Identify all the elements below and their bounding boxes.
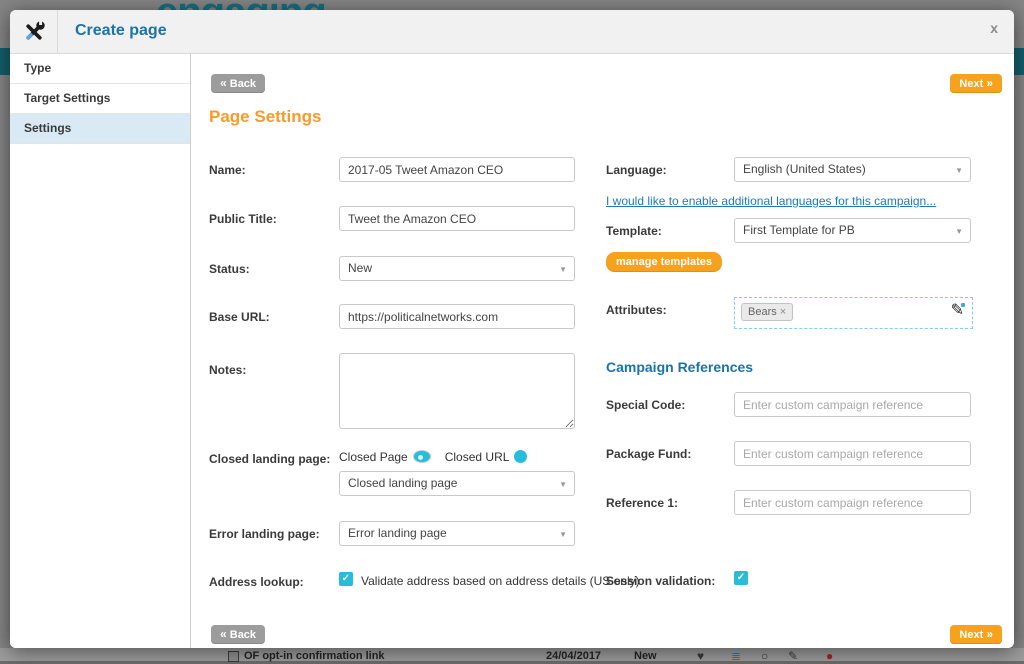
attributes-box[interactable]: Bears× ✎ xyxy=(734,297,973,329)
name-label: Name: xyxy=(209,163,246,177)
chevron-down-icon: ▼ xyxy=(955,220,963,243)
closed-url-radio[interactable] xyxy=(514,450,527,463)
error-landing-label: Error landing page: xyxy=(209,527,320,541)
public-title-label: Public Title: xyxy=(209,212,277,226)
next-button-top[interactable]: Next » xyxy=(950,74,1002,93)
status-label: Status: xyxy=(209,262,250,276)
next-button-bottom[interactable]: Next » xyxy=(950,625,1002,644)
package-fund-label: Package Fund: xyxy=(606,447,691,461)
session-validation-checkbox[interactable]: ✓ xyxy=(734,571,748,585)
closed-landing-label: Closed landing page: xyxy=(209,452,330,466)
notes-label: Notes: xyxy=(209,363,246,377)
closed-url-radio-label: Closed URL xyxy=(445,450,510,464)
screen: engaging OF opt-in confirmation link 24/… xyxy=(0,0,1024,664)
pencil-row-icon: ✎ xyxy=(788,649,798,663)
closed-page-radio-label: Closed Page xyxy=(339,450,408,464)
row-date: 24/04/2017 xyxy=(546,650,601,662)
name-input[interactable] xyxy=(339,157,575,182)
modal-title: Create page xyxy=(75,22,167,40)
attributes-label: Attributes: xyxy=(606,303,667,317)
heart-icon: ♥ xyxy=(697,649,704,663)
campaign-references-heading: Campaign References xyxy=(606,359,753,375)
back-button-bottom[interactable]: « Back xyxy=(211,625,265,644)
special-code-label: Special Code: xyxy=(606,398,685,412)
modal-header: Create page x xyxy=(10,10,1014,54)
template-label: Template: xyxy=(606,224,662,238)
error-landing-select[interactable]: Error landing page ▼ xyxy=(339,521,575,546)
back-chevrons-icon: « xyxy=(220,76,227,90)
background-table-row: OF opt-in confirmation link 24/04/2017 N… xyxy=(0,648,1024,664)
alert-icon: ● xyxy=(826,649,833,663)
close-icon[interactable]: x xyxy=(990,21,998,35)
sidebar-item-type[interactable]: Type xyxy=(10,54,190,84)
tag-remove-icon[interactable]: × xyxy=(780,306,786,318)
notes-textarea[interactable] xyxy=(339,353,575,429)
row-title: OF opt-in confirmation link xyxy=(244,650,385,662)
language-select[interactable]: English (United States) ▼ xyxy=(734,157,971,182)
closed-page-radio[interactable] xyxy=(413,450,431,463)
closed-landing-select[interactable]: Closed landing page ▼ xyxy=(339,471,575,496)
chevron-down-icon: ▼ xyxy=(955,159,963,182)
back-button-top[interactable]: « Back xyxy=(211,74,265,93)
list-icon: ≣ xyxy=(731,649,741,663)
template-select[interactable]: First Template for PB ▼ xyxy=(734,218,971,243)
session-validation-label: Session validation: xyxy=(606,574,715,588)
status-select[interactable]: New ▼ xyxy=(339,256,575,281)
base-url-label: Base URL: xyxy=(209,310,270,324)
sidebar-item-target-settings[interactable]: Target Settings xyxy=(10,84,190,114)
row-status: New xyxy=(634,650,657,662)
closed-landing-radios: Closed Page Closed URL xyxy=(339,450,541,464)
reference-1-input[interactable] xyxy=(734,490,971,515)
base-url-input[interactable] xyxy=(339,304,575,329)
chevron-down-icon: ▼ xyxy=(559,523,567,546)
ring-icon: ○ xyxy=(761,649,768,663)
row-select-checkbox xyxy=(228,651,239,662)
wizard-sidebar: Type Target Settings Settings xyxy=(10,54,191,648)
settings-panel: « Back Next » Page Settings Name: Public… xyxy=(191,54,1014,648)
attribute-tag-bears[interactable]: Bears× xyxy=(741,303,793,321)
tools-icon xyxy=(10,10,58,53)
address-lookup-checkbox[interactable]: ✓ xyxy=(339,572,353,586)
package-fund-input[interactable] xyxy=(734,441,971,466)
next-chevrons-icon: » xyxy=(986,76,993,90)
chevron-down-icon: ▼ xyxy=(559,473,567,496)
back-chevrons-icon: « xyxy=(220,627,227,641)
next-chevrons-icon: » xyxy=(986,627,993,641)
manage-templates-button[interactable]: manage templates xyxy=(606,252,722,272)
public-title-input[interactable] xyxy=(339,206,575,231)
page-settings-heading: Page Settings xyxy=(209,107,321,127)
additional-languages-link[interactable]: I would like to enable additional langua… xyxy=(606,194,936,208)
address-lookup-label: Address lookup: xyxy=(209,575,304,589)
reference-1-label: Reference 1: xyxy=(606,496,678,510)
language-label: Language: xyxy=(606,163,667,177)
special-code-input[interactable] xyxy=(734,392,971,417)
address-lookup-checkbox-label: Validate address based on address detail… xyxy=(361,574,640,588)
create-page-modal: Create page x Type Target Settings Setti… xyxy=(10,10,1014,648)
pencil-tip-accent xyxy=(961,303,965,307)
sidebar-item-settings[interactable]: Settings xyxy=(10,114,190,144)
chevron-down-icon: ▼ xyxy=(559,258,567,281)
